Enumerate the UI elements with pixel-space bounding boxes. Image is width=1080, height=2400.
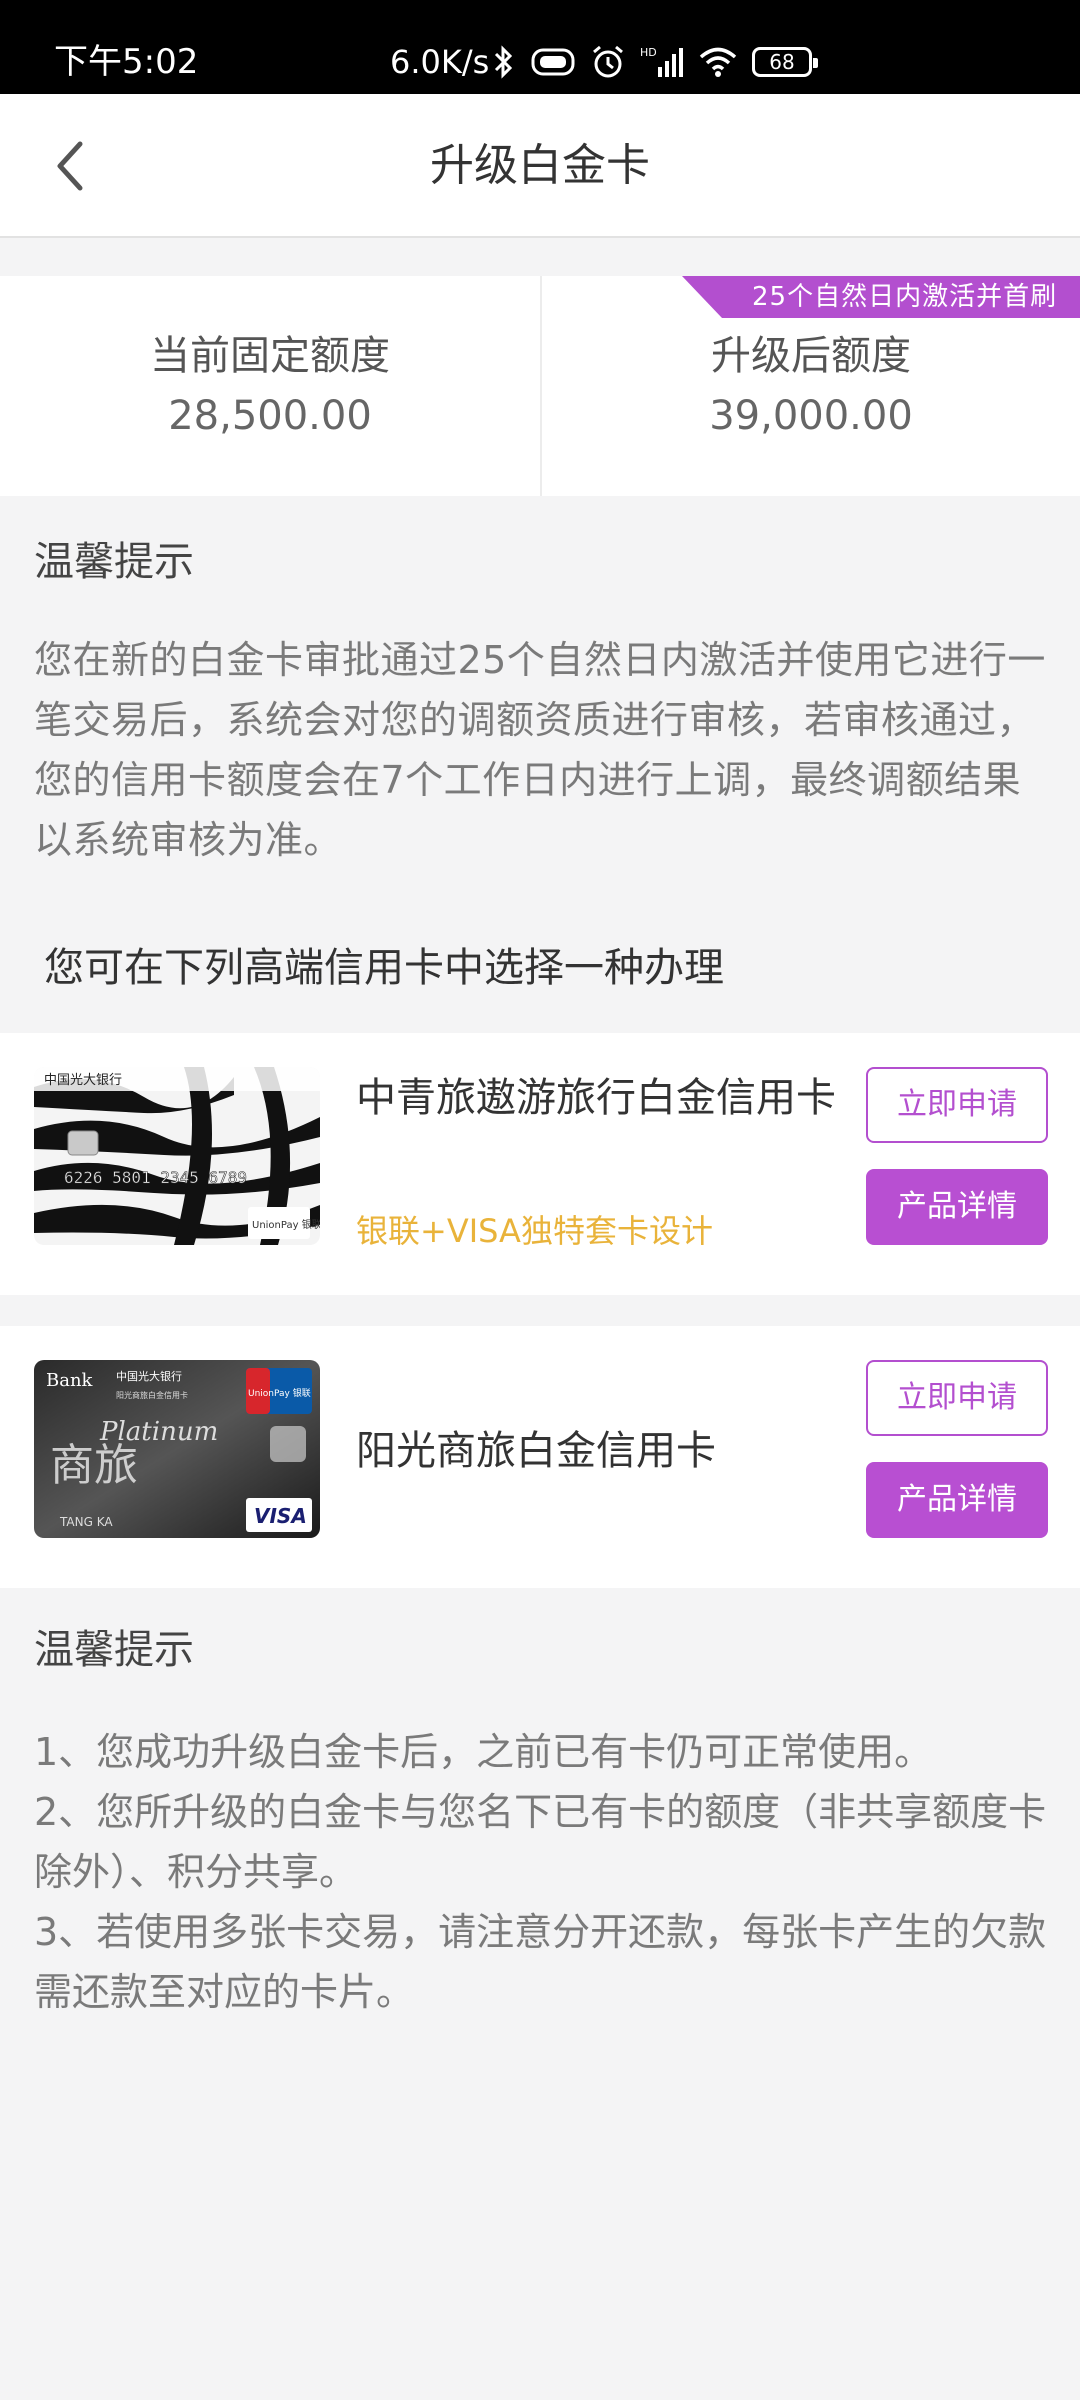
card-visa-logo: VISA (254, 1504, 307, 1528)
current-limit: 当前固定额度 28,500.00 (0, 276, 540, 496)
promo-badge: 25个自然日内激活并首刷 (682, 276, 1080, 318)
battery-icon: 68 (752, 47, 818, 77)
product-detail-button[interactable]: 产品详情 (866, 1169, 1048, 1245)
svg-text:HD: HD (640, 46, 657, 59)
bluetooth-icon (494, 45, 513, 79)
apply-button[interactable]: 立即申请 (866, 1067, 1048, 1143)
product-detail-button[interactable]: 产品详情 (866, 1462, 1048, 1538)
status-icons: HD 68 (492, 40, 818, 84)
card-choice-heading: 您可在下列高端信用卡中选择一种办理 (44, 945, 724, 991)
tip-item: 1、您成功升级白金卡后，之前已有卡仍可正常使用。 (34, 1730, 933, 1774)
upgraded-limit-value: 39,000.00 (709, 393, 913, 439)
limits-panel: 当前固定额度 28,500.00 升级后额度 39,000.00 25个自然日内… (0, 276, 1080, 496)
card-bank-name: 中国光大银行 (116, 1369, 182, 1383)
network-speed: 6.0K/s (390, 43, 490, 81)
tip-item: 2、您所升级的白金卡与您名下已有卡的额度（非共享额度卡除外）、积分共享。 (34, 1790, 1047, 1894)
card-subtitle: 银联+VISA独特套卡设计 (356, 1212, 713, 1250)
current-limit-label: 当前固定额度 (150, 333, 390, 379)
card-union-logo: UnionPay 银联 (252, 1218, 320, 1231)
tip-title: 温馨提示 (34, 1627, 194, 1673)
status-bar: 下午5:02 6.0K/s HD 68 (0, 0, 1080, 94)
card-product-name: 阳光商旅白金信用卡 (116, 1390, 188, 1400)
card-holder: TANG KA (59, 1515, 113, 1529)
card-image-platinum[interactable]: Bank 中国光大银行 阳光商旅白金信用卡 UnionPay 银联 Platin… (34, 1360, 320, 1538)
battery-level: 68 (769, 50, 795, 74)
nav-bar: 升级白金卡 (0, 94, 1080, 238)
tip-item: 3、若使用多张卡交易，请注意分开还款，每张卡产生的欠款需还款至对应的卡片。 (34, 1910, 1047, 2014)
hd-signal-icon: HD (640, 46, 683, 77)
upgraded-limit-label: 升级后额度 (711, 333, 911, 379)
current-limit-value: 28,500.00 (168, 393, 372, 439)
wifi-icon (699, 47, 737, 77)
card-row: 中国光大银行 6226 5801 2345 6789 UnionPay 银联 中… (0, 1033, 1080, 1295)
card-union-logo: UnionPay 银联 (248, 1387, 311, 1399)
status-time: 下午5:02 (54, 42, 199, 82)
svg-text:商旅: 商旅 (50, 1440, 138, 1491)
vibrate-icon (531, 48, 575, 76)
apply-button[interactable]: 立即申请 (866, 1360, 1048, 1436)
card-row: Bank 中国光大银行 阳光商旅白金信用卡 UnionPay 银联 Platin… (0, 1326, 1080, 1588)
card-name: 阳光商旅白金信用卡 (356, 1428, 716, 1474)
alarm-icon (593, 45, 623, 78)
card-name: 中青旅遨游旅行白金信用卡 (356, 1075, 836, 1121)
tip-title: 温馨提示 (34, 539, 194, 585)
card-image-zebra[interactable]: 中国光大银行 6226 5801 2345 6789 UnionPay 银联 (34, 1067, 320, 1245)
page-title: 升级白金卡 (430, 140, 650, 191)
tip-list: 1、您成功升级白金卡后，之前已有卡仍可正常使用。 2、您所升级的白金卡与您名下已… (34, 1722, 1050, 2022)
card-number: 6226 5801 2345 6789 (64, 1168, 247, 1187)
tip-body: 您在新的白金卡审批通过25个自然日内激活并使用它进行一笔交易后，系统会对您的调额… (34, 638, 1046, 862)
svg-text:Bank: Bank (46, 1370, 94, 1391)
card-bank-name: 中国光大银行 (44, 1073, 122, 1088)
